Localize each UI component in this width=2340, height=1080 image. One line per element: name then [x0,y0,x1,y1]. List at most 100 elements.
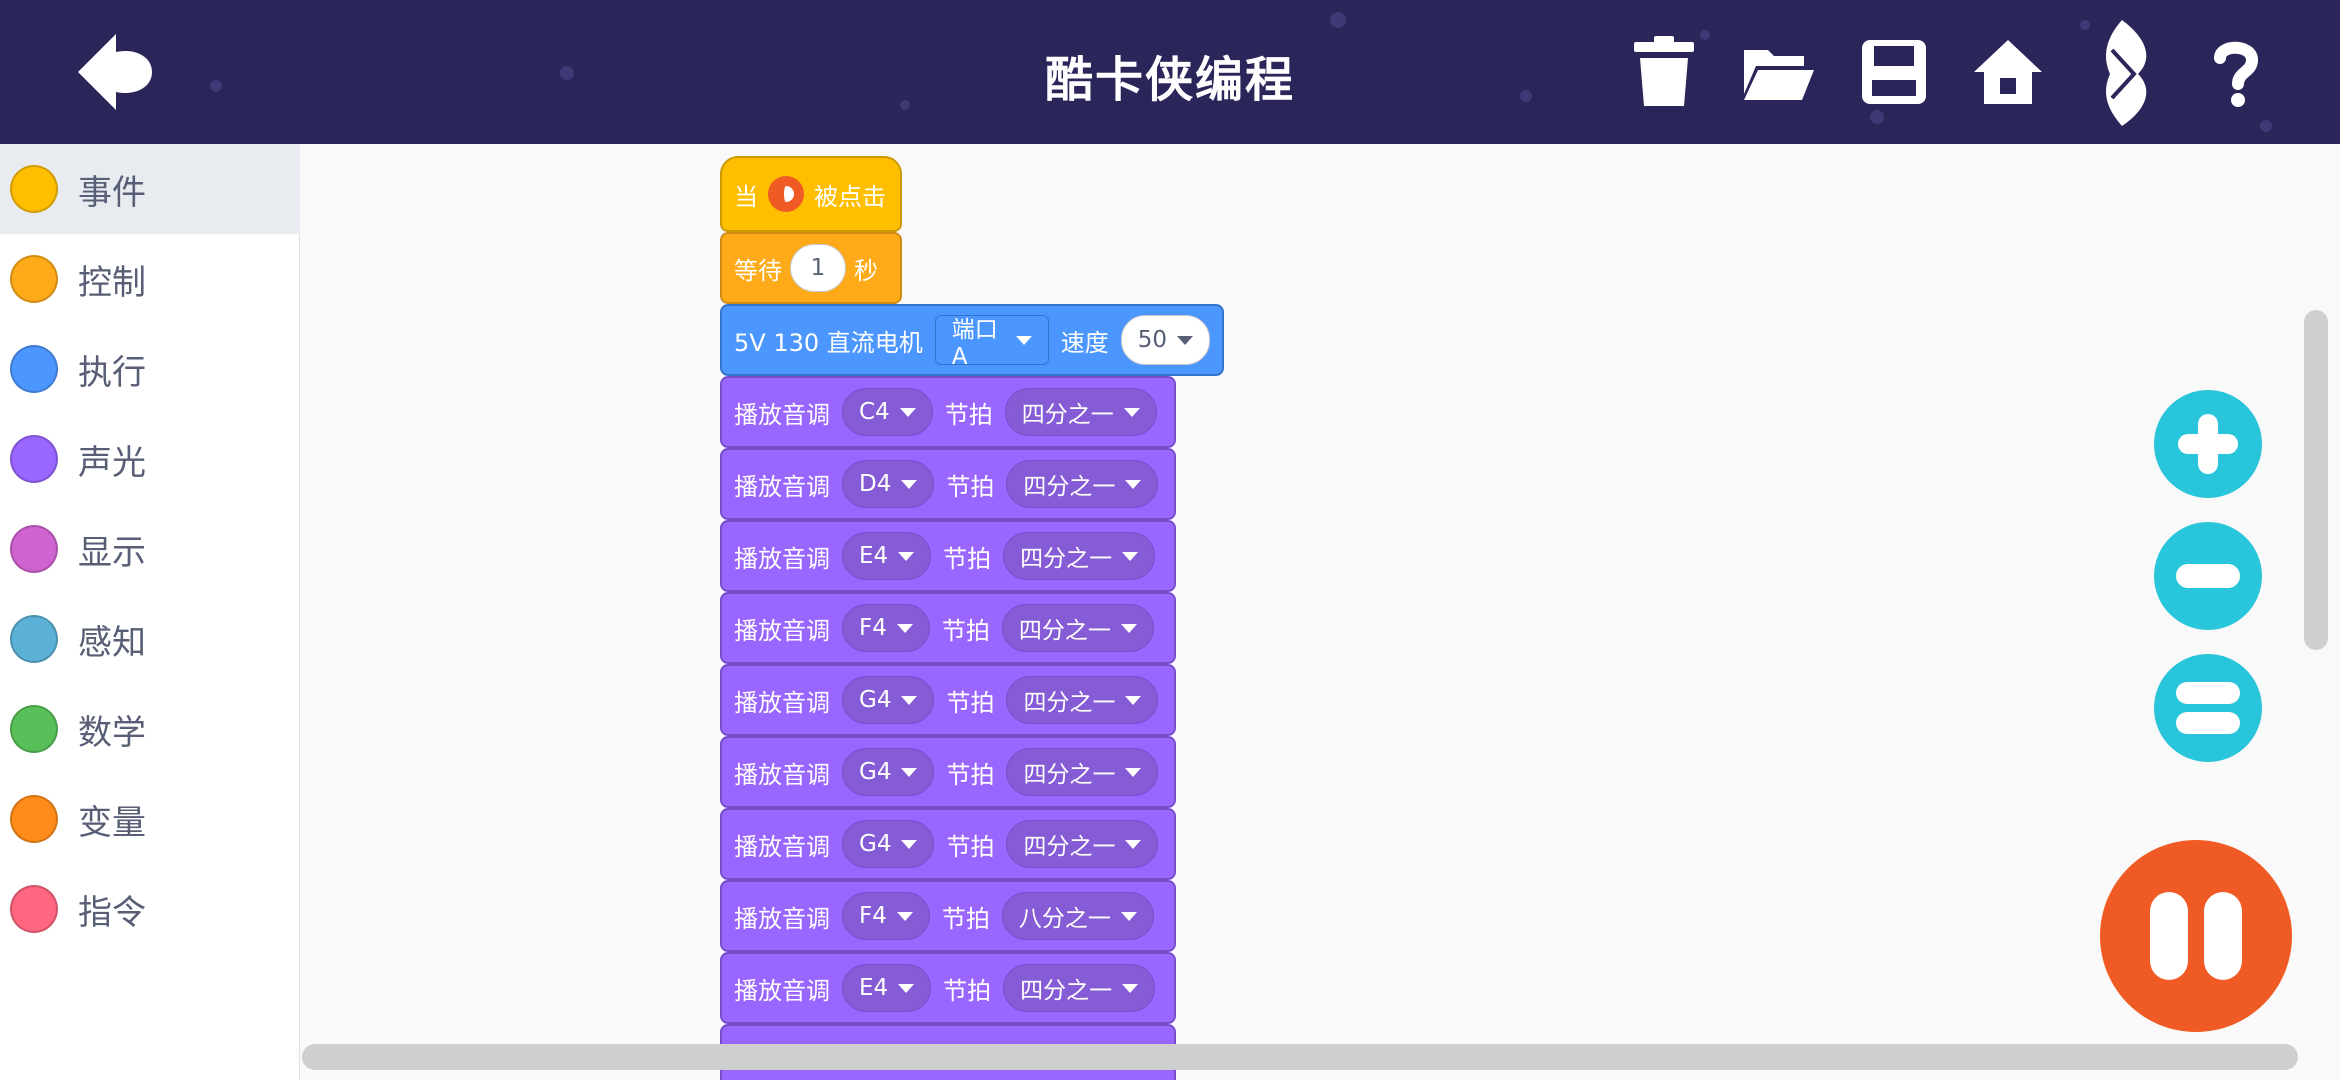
category-command[interactable]: 指令 [0,864,300,954]
block-text: 节拍 [943,976,992,1005]
note-dropdown[interactable]: C4 [842,388,933,436]
open-file-button[interactable] [1740,34,1816,110]
category-sidebar: 事件 控制 执行 声光 显示 感知 数学 变量 指令 [0,144,300,1080]
block-text: 节拍 [946,688,995,717]
chevron-down-icon [1125,695,1142,705]
play-tone-block[interactable]: 播放音调 F4 节拍 八分之一 [720,880,1176,952]
flag-icon [768,176,804,212]
block-text: 节拍 [946,832,995,861]
save-button[interactable] [1856,34,1932,110]
play-tone-block[interactable]: 播放音调 E4 节拍 四分之一 [720,520,1176,592]
beat-value: 四分之一 [1023,690,1116,716]
note-dropdown[interactable]: G4 [842,748,935,796]
block-text: 节拍 [946,472,995,501]
category-dot [10,255,58,303]
wait-block[interactable]: 等待 1 秒 [720,232,902,304]
beat-value: 四分之一 [1018,618,1111,644]
category-dot [10,435,58,483]
beat-dropdown[interactable]: 四分之一 [1006,676,1159,724]
vertical-scrollbar[interactable] [2304,310,2328,650]
equals-icon [2176,682,2240,734]
category-dot [10,615,58,663]
wait-seconds-input[interactable]: 1 [790,244,846,292]
note-dropdown[interactable]: F4 [842,604,930,652]
beat-value: 四分之一 [1023,474,1116,500]
folder-open-icon [1744,50,1814,100]
category-label: 数学 [78,712,146,753]
chevron-down-icon [1120,911,1137,921]
horizontal-scrollbar[interactable] [302,1044,2298,1070]
zoom-out-button[interactable] [2154,522,2262,630]
decor-dot [1330,12,1346,28]
home-button[interactable] [1970,34,2046,110]
chevron-down-icon [1177,335,1193,345]
note-dropdown[interactable]: E4 [842,964,932,1012]
block-text: 播放音调 [734,760,830,789]
top-bar: 酷卡侠编程 [0,0,2340,144]
note-dropdown[interactable]: D4 [842,460,935,508]
bluetooth-button[interactable] [2084,18,2160,128]
beat-dropdown[interactable]: 四分之一 [1004,388,1157,436]
category-control[interactable]: 控制 [0,234,300,324]
block-text: 播放音调 [734,544,830,573]
play-tone-block[interactable]: 播放音调 G4 节拍 四分之一 [720,736,1176,808]
beat-dropdown[interactable]: 四分之一 [1001,604,1154,652]
beat-dropdown[interactable]: 四分之一 [1006,748,1159,796]
zoom-in-button[interactable] [2154,390,2262,498]
stop-button[interactable] [2100,840,2292,1032]
play-tone-block[interactable]: 播放音调 D4 节拍 四分之一 [720,448,1176,520]
play-tone-block[interactable]: 播放音调 C4 节拍 四分之一 [720,376,1176,448]
category-variable[interactable]: 变量 [0,774,300,864]
play-tone-block[interactable]: 播放音调 G4 节拍 四分之一 [720,808,1176,880]
home-icon [1974,40,2042,104]
chevron-down-icon [1125,767,1142,777]
play-tone-block[interactable]: 播放音调 G4 节拍 四分之一 [720,664,1176,736]
chevron-down-icon [1120,623,1137,633]
beat-value: 四分之一 [1023,762,1116,788]
note-value: E4 [859,543,889,569]
chevron-down-icon [898,983,915,993]
block-text: 当 [734,182,758,211]
note-value: E4 [859,975,889,1001]
chevron-down-icon [1015,335,1032,345]
note-value: G4 [859,831,892,857]
category-math[interactable]: 数学 [0,684,300,774]
beat-dropdown[interactable]: 四分之一 [1003,532,1156,580]
dc-motor-block[interactable]: 5V 130 直流电机 端口A 速度 50 [720,304,1224,376]
note-dropdown[interactable]: F4 [842,892,930,940]
decor-dot [1870,110,1884,124]
note-dropdown[interactable]: G4 [842,820,935,868]
decor-dot [2260,120,2272,132]
category-dot [10,345,58,393]
note-value: F4 [859,615,887,641]
block-text: 播放音调 [734,904,830,933]
plus-icon [2178,414,2238,474]
category-dot [10,165,58,213]
beat-dropdown[interactable]: 四分之一 [1003,964,1156,1012]
note-value: G4 [859,759,892,785]
category-dot [10,795,58,843]
port-dropdown[interactable]: 端口A [934,315,1049,370]
category-sensing[interactable]: 感知 [0,594,300,684]
note-dropdown[interactable]: E4 [842,532,932,580]
note-dropdown[interactable]: G4 [842,676,935,724]
app-root: 酷卡侠编程 事件 控制 执行 声光 显示 感知 数学 变量 指令 当 被点击 等… [0,0,2340,1080]
block-text: 速度 [1060,328,1109,357]
play-tone-block[interactable]: 播放音调 F4 节拍 四分之一 [720,592,1176,664]
zoom-reset-button[interactable] [2154,654,2262,762]
help-button[interactable] [2198,34,2274,110]
category-sound-light[interactable]: 声光 [0,414,300,504]
beat-dropdown[interactable]: 四分之一 [1006,460,1159,508]
beat-dropdown[interactable]: 八分之一 [1001,892,1154,940]
category-display[interactable]: 显示 [0,504,300,594]
delete-button[interactable] [1626,34,1702,110]
beat-dropdown[interactable]: 四分之一 [1006,820,1159,868]
category-execute[interactable]: 执行 [0,324,300,414]
block-text: 播放音调 [734,976,830,1005]
category-event[interactable]: 事件 [0,144,300,234]
speed-dropdown[interactable]: 50 [1120,315,1210,365]
when-flag-clicked-block[interactable]: 当 被点击 [720,156,902,232]
pause-icon [2150,892,2242,980]
play-tone-block[interactable]: 播放音调 E4 节拍 四分之一 [720,952,1176,1024]
code-workspace[interactable]: 当 被点击 等待 1 秒 5V 130 直流电机 端口A 速度 50 播放音调 … [300,144,2340,1080]
